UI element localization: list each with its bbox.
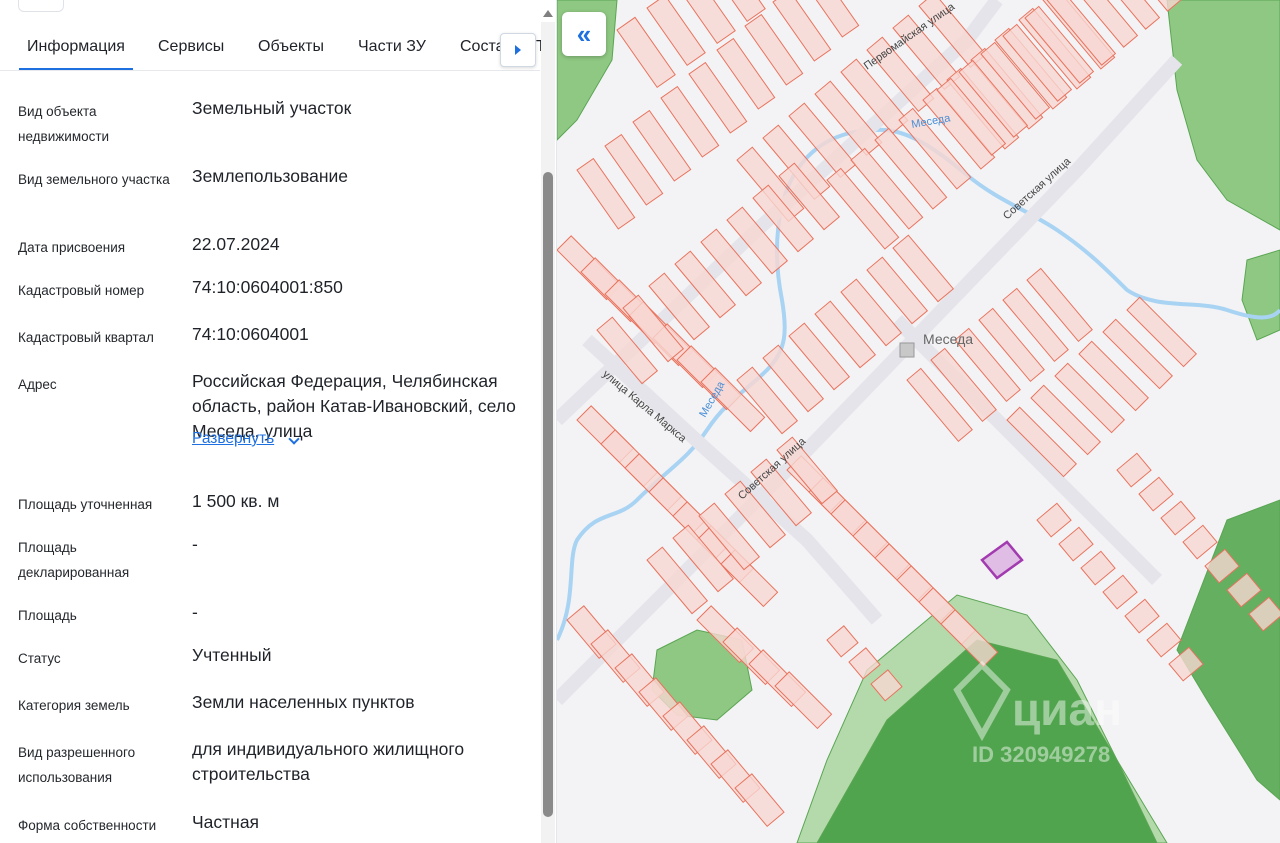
land-parcel[interactable] [1058, 526, 1094, 562]
land-parcel[interactable] [1102, 574, 1138, 610]
address-label: Адрес [18, 377, 57, 392]
area-declared-value: - [192, 534, 198, 554]
village-label: Меседа [923, 331, 973, 347]
land-parcel[interactable] [1124, 598, 1160, 634]
land-parcel[interactable] [1116, 452, 1152, 488]
chevron-right-icon [515, 45, 521, 55]
cadastral-block-value: 74:10:0604001 [192, 324, 309, 344]
collapse-panel-button[interactable]: « [562, 12, 606, 56]
area-declared-label: Площадь декларированная [18, 540, 130, 580]
area-refined-value: 1 500 кв. м [192, 491, 280, 511]
ownership-label: Форма собственности [18, 818, 157, 833]
row-address: Адрес Российская Федерация, Челябинская … [18, 371, 538, 472]
double-chevron-left-icon: « [576, 19, 592, 49]
land-parcel[interactable] [774, 671, 833, 730]
assign-date-value: 22.07.2024 [192, 234, 280, 254]
permitted-use-value: для индивидуального жилищного строительс… [192, 739, 465, 784]
status-label: Статус [18, 651, 61, 666]
forest-area [1241, 249, 1280, 341]
permitted-use-label: Вид разрешенного использования [18, 745, 136, 785]
tabs-scroll-right-button[interactable] [500, 33, 536, 67]
tab-bar: Информация Сервисы Объекты Части ЗУ Сост… [0, 28, 540, 71]
ownership-value: Частная [192, 812, 260, 832]
area-refined-label: Площадь уточненная [18, 497, 153, 512]
selected-parcel[interactable] [980, 540, 1024, 580]
address-expand-link[interactable]: Развернуть [192, 430, 274, 448]
info-panel: Информация Сервисы Объекты Части ЗУ Сост… [0, 0, 557, 843]
tab-parts[interactable]: Части ЗУ [358, 38, 426, 56]
tab-objects[interactable]: Объекты [258, 38, 324, 56]
watermark-text: циан [1012, 683, 1122, 735]
land-parcel[interactable] [1080, 550, 1116, 586]
top-button[interactable] [18, 0, 64, 12]
village-marker-icon [899, 342, 915, 358]
assign-date-label: Дата присвоения [18, 240, 126, 255]
land-parcel[interactable] [826, 625, 859, 658]
land-category-value: Земли населенных пунктов [192, 692, 415, 712]
object-type-value: Земельный участок [192, 98, 352, 118]
cadastral-map[interactable]: Первомайская улица Советская улица Совет… [557, 0, 1280, 843]
scrollbar-thumb[interactable] [543, 172, 553, 817]
scroll-up-arrow-icon[interactable] [543, 10, 553, 17]
land-parcel[interactable] [1036, 502, 1072, 538]
map-canvas[interactable]: Первомайская улица Советская улица Совет… [557, 0, 1280, 843]
forest-area [1166, 0, 1280, 231]
land-parcel[interactable] [1146, 622, 1182, 658]
area-label: Площадь [18, 608, 77, 623]
land-category-label: Категория земель [18, 698, 130, 713]
tab-services[interactable]: Сервисы [158, 38, 224, 56]
land-parcel[interactable] [1138, 476, 1174, 512]
status-value: Учтенный [192, 645, 272, 665]
cadastral-number-label: Кадастровый номер [18, 283, 145, 298]
tab-info[interactable]: Информация [19, 38, 133, 70]
land-parcel[interactable] [1182, 524, 1218, 560]
land-type-label: Вид земельного участка [18, 172, 170, 187]
area-value: - [192, 602, 198, 622]
cadastral-block-label: Кадастровый квартал [18, 330, 154, 345]
watermark-id: ID 320949278 [972, 742, 1110, 767]
object-type-label: Вид объекта недвижимости [18, 104, 110, 144]
cadastral-number-value: 74:10:0604001:850 [192, 277, 343, 297]
land-type-value: Землепользование [192, 166, 348, 186]
land-parcel[interactable] [1160, 500, 1196, 536]
tab-composition[interactable]: Соста [460, 38, 505, 56]
